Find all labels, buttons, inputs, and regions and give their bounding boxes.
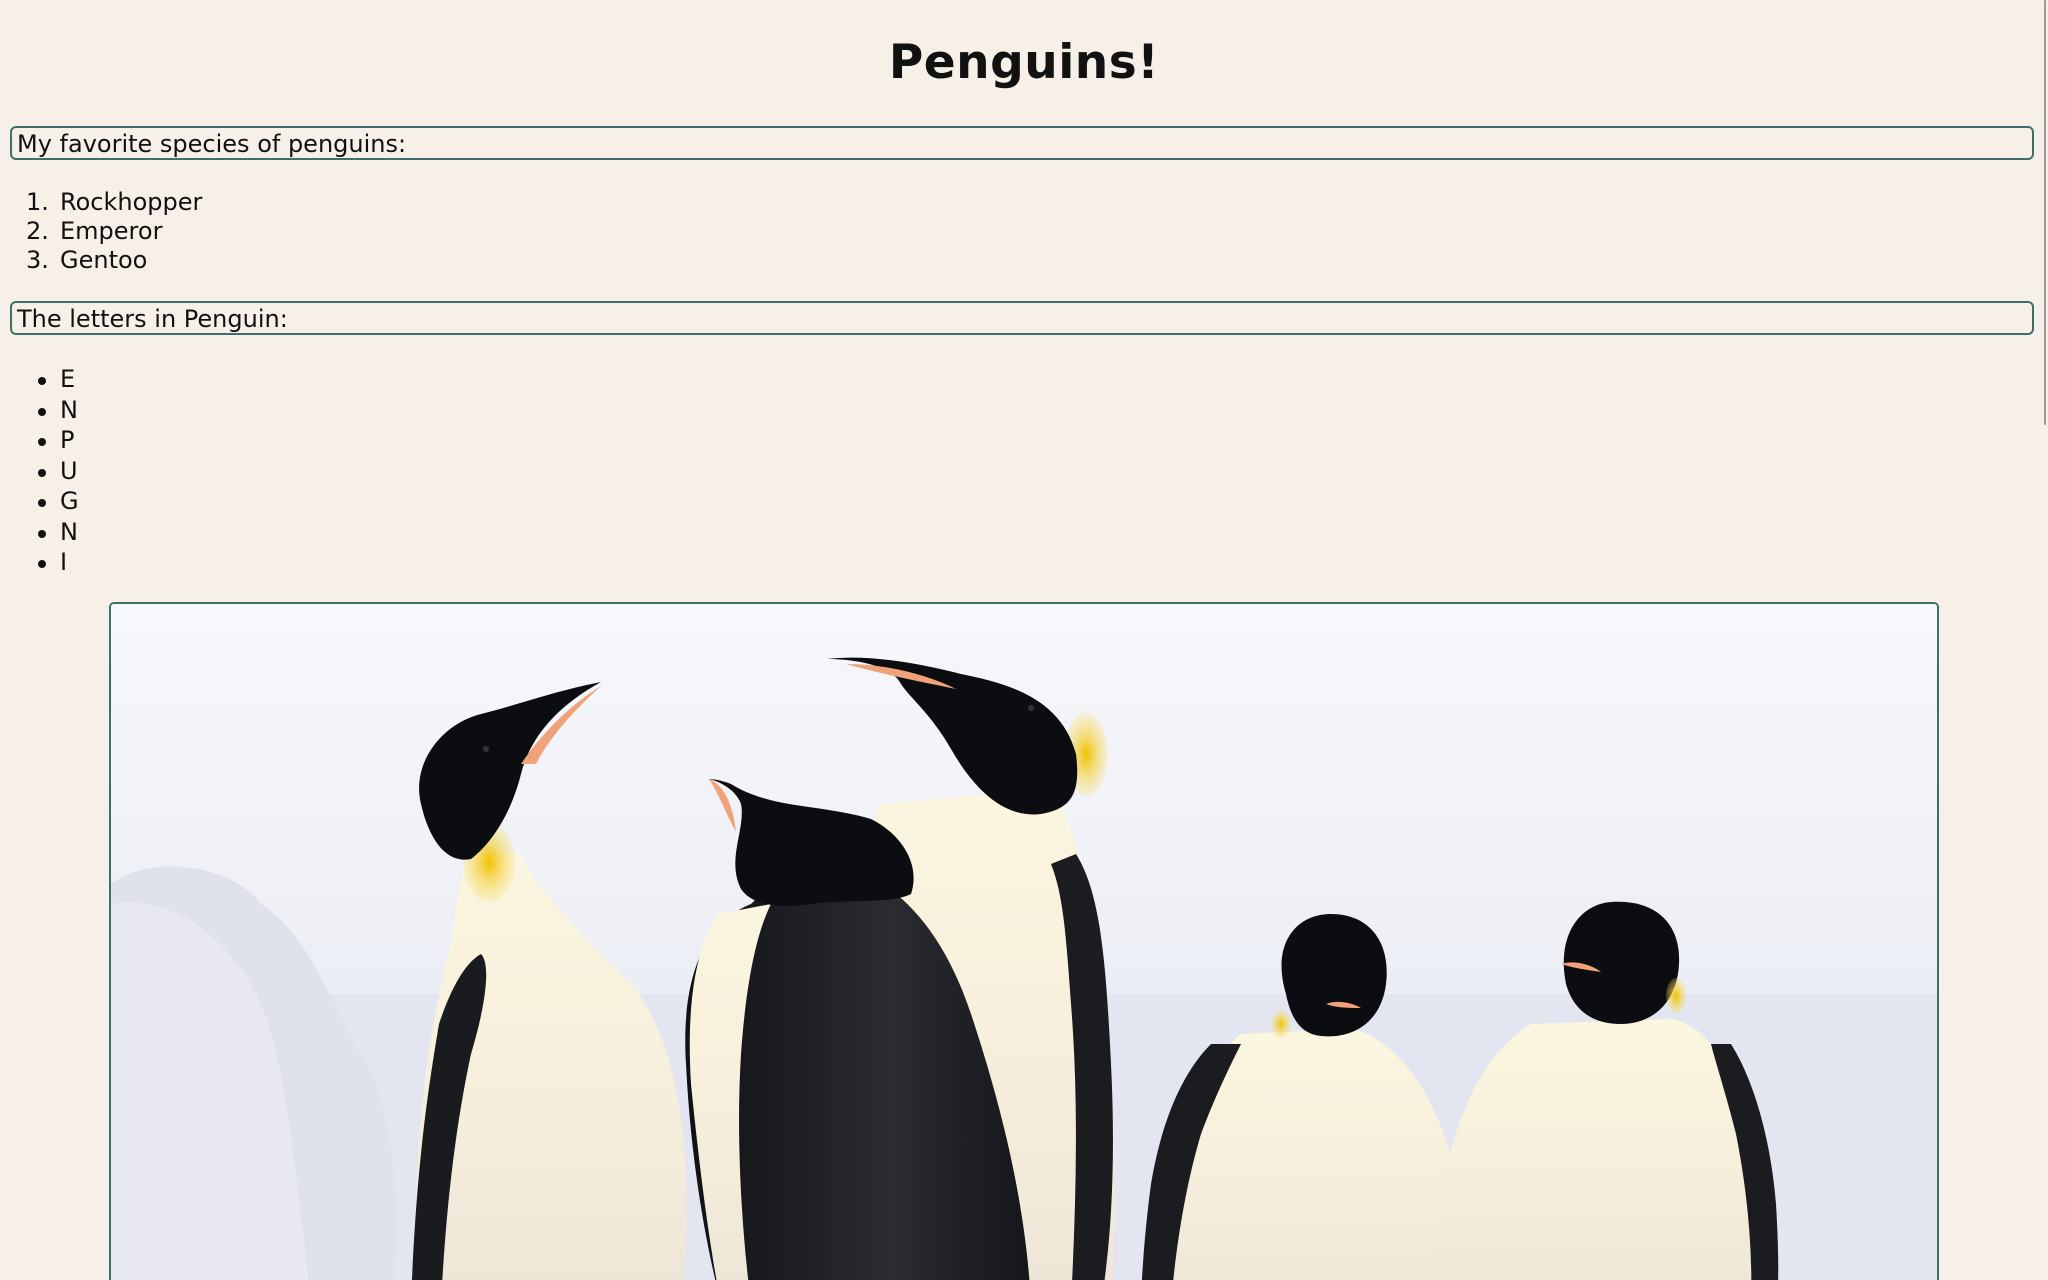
page-title: Penguins! <box>888 35 1160 90</box>
bullet-icon <box>38 560 46 568</box>
letter: E <box>60 365 76 393</box>
letter: U <box>60 456 78 485</box>
bullet-icon <box>38 438 46 446</box>
letters-heading-box: The letters in Penguin: <box>10 301 2034 335</box>
list-item: 3. Gentoo <box>0 246 202 275</box>
letter: P <box>60 426 75 454</box>
letters-list: E N P U G N I <box>0 364 79 578</box>
list-number: 2. <box>26 217 49 245</box>
letter: I <box>60 548 68 576</box>
bullet-icon <box>38 468 46 477</box>
page: Penguins! My favorite species of penguin… <box>0 0 2048 1280</box>
scrollbar-thumb[interactable] <box>2044 0 2046 425</box>
letter: G <box>60 487 79 515</box>
list-number: 1. <box>26 188 49 216</box>
list-item: N <box>0 517 79 548</box>
species-name: Gentoo <box>60 246 148 274</box>
list-item: I <box>0 547 79 578</box>
species-list: 1. Rockhopper 2. Emperor 3. Gentoo <box>0 188 202 275</box>
list-item: N <box>0 395 79 426</box>
species-name: Rockhopper <box>60 188 203 216</box>
letter: N <box>60 395 78 424</box>
species-heading: My favorite species of penguins: <box>17 130 407 158</box>
letter: N <box>60 517 78 546</box>
list-item: G <box>0 486 79 517</box>
list-item: E <box>0 364 79 395</box>
list-item: 1. Rockhopper <box>0 188 202 217</box>
list-item: U <box>0 456 79 487</box>
list-item: 2. Emperor <box>0 217 202 246</box>
species-name: Emperor <box>60 217 163 245</box>
penguin-illustration <box>111 604 1937 1280</box>
bullet-icon <box>38 407 46 416</box>
list-number: 3. <box>26 246 49 274</box>
letters-heading: The letters in Penguin: <box>17 305 288 333</box>
bullet-icon <box>38 377 46 385</box>
bullet-icon <box>38 529 46 538</box>
species-heading-box: My favorite species of penguins: <box>10 126 2034 160</box>
vertical-scrollbar[interactable] <box>2044 0 2048 1280</box>
list-item: P <box>0 425 79 456</box>
penguin-photo <box>109 602 1939 1280</box>
bullet-icon <box>38 499 46 507</box>
